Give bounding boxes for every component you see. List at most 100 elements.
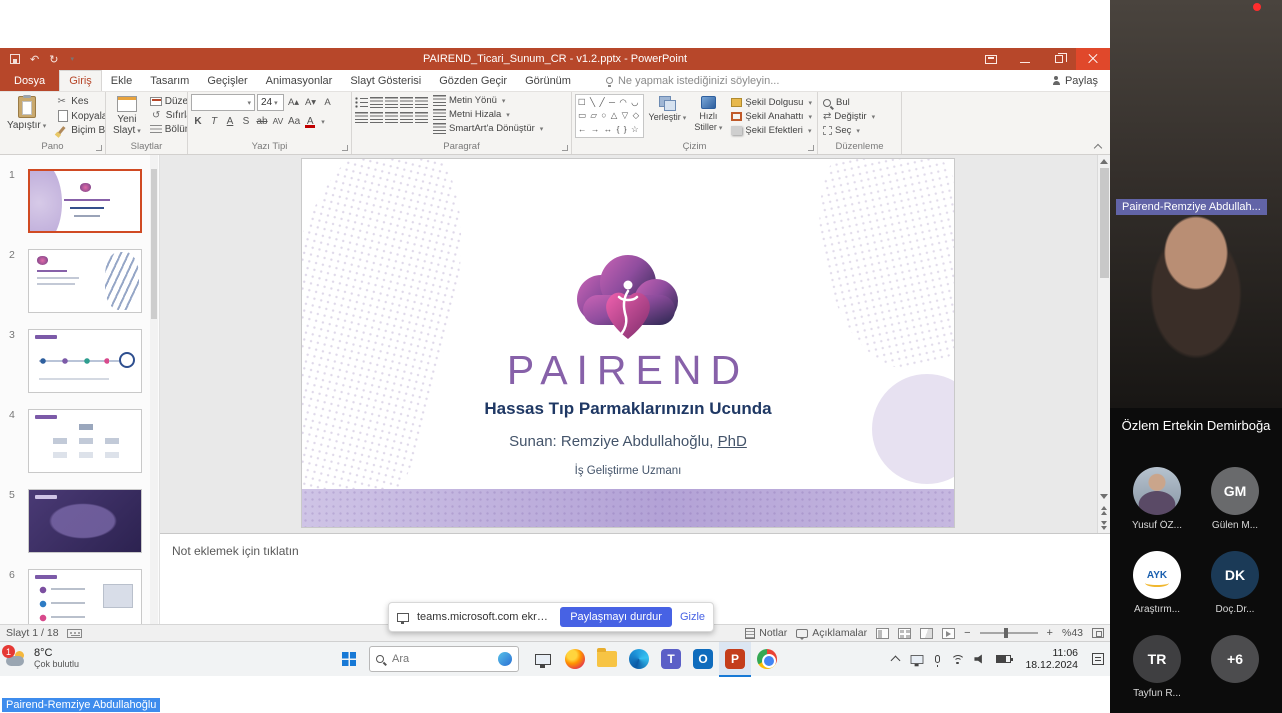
columns-icon[interactable] [415,112,428,123]
tab-animations[interactable]: Animasyonlar [257,70,342,91]
cut-button[interactable]: Kes [53,95,106,108]
decrease-font-size-button[interactable]: A▾ [303,94,318,111]
paste-button[interactable]: Yapıştır [3,94,50,134]
slide-thumbnail-1[interactable] [28,169,142,233]
reading-view-button[interactable] [920,628,933,639]
restore-button[interactable] [1042,48,1076,70]
collapse-ribbon-button[interactable] [1094,142,1102,150]
participant-avatar-logo[interactable]: AYK [1133,551,1181,599]
start-button[interactable] [329,642,369,676]
scroll-up-icon[interactable] [1100,159,1108,164]
dialog-launcher-icon[interactable] [96,145,102,151]
tab-home[interactable]: Giriş [59,70,102,91]
slide-thumbnail-6[interactable] [28,569,142,624]
scrollbar-thumb[interactable] [1100,168,1109,278]
change-case-button[interactable]: Aa [287,113,301,129]
clear-formatting-button[interactable]: A [320,94,335,111]
zoom-out-button[interactable] [964,627,970,639]
decrease-indent-icon[interactable] [385,97,398,108]
align-left-icon[interactable] [355,112,368,123]
arrange-button[interactable]: Yerleştir [647,94,687,126]
slide-thumbnail-5[interactable] [28,489,142,553]
align-right-icon[interactable] [385,112,398,123]
taskbar-clock[interactable]: 11:06 18.12.2024 [1021,647,1082,671]
shapes-gallery[interactable]: ☐ ╲ ╱ ─ ◠ ◡ ▭ ▱ ○ △ ▽ ◇ ← → ↔ { } ☆ [575,94,644,138]
volume-icon[interactable] [974,654,986,664]
text-shadow-button[interactable]: S [239,113,253,129]
tab-insert[interactable]: Ekle [102,70,141,91]
slide-thumbnail-3[interactable] [28,329,142,393]
bullets-icon[interactable] [355,97,368,108]
previous-slide-button[interactable] [1101,503,1107,518]
normal-view-button[interactable] [876,628,889,639]
reset-button[interactable]: Sıfırla [148,109,188,122]
customize-qat-button[interactable] [68,55,74,63]
tab-file[interactable]: Dosya [0,70,59,91]
share-button[interactable]: Paylaş [1041,70,1110,91]
text-direction-button[interactable]: Metin Yönü [431,94,545,107]
taskbar-powerpoint[interactable]: P [719,642,751,677]
tab-design[interactable]: Tasarım [141,70,198,91]
slide-sorter-view-button[interactable] [898,628,911,639]
strikethrough-button[interactable]: ab [255,113,269,129]
slide-canvas[interactable]: PAIREND Hassas Tıp Parmaklarınızın Ucund… [302,159,954,527]
stop-presenting-button[interactable]: Paylaşmayı durdur [560,607,672,627]
thumbnail-scrollbar[interactable] [150,155,158,624]
zoom-in-button[interactable] [1047,627,1053,639]
close-button[interactable] [1076,48,1110,70]
editor-scrollbar[interactable] [1097,155,1110,533]
ribbon-display-options-button[interactable] [974,48,1008,70]
undo-button[interactable] [30,53,39,66]
taskbar-edge[interactable] [623,642,655,677]
dialog-launcher-icon[interactable] [342,145,348,151]
participant-avatar-photo[interactable] [1133,467,1181,515]
bold-button[interactable]: K [191,113,205,129]
slideshow-view-button[interactable] [942,628,955,639]
zoom-slider-thumb[interactable] [1004,628,1008,638]
notes-toggle-button[interactable]: Notlar [745,627,787,639]
new-slide-button[interactable]: Yeni Slayt [109,94,145,139]
search-input[interactable] [390,652,492,666]
line-spacing-icon[interactable] [415,97,428,108]
zoom-slider[interactable] [980,632,1038,634]
select-button[interactable]: Seç [821,124,898,137]
taskbar-file-explorer[interactable] [591,642,623,677]
microphone-icon[interactable] [935,655,940,663]
dialog-launcher-icon[interactable] [808,145,814,151]
weather-widget[interactable]: 1 8°C Çok bulutlu [0,642,89,676]
quick-styles-button[interactable]: Hızlı Stiller [690,94,726,136]
display-tray-icon[interactable] [911,655,924,664]
tell-me-box[interactable]: Ne yapmak istediğinizi söyleyin... [598,70,787,91]
increase-indent-icon[interactable] [400,97,413,108]
slide-presenter-role[interactable]: İş Geliştirme Uzmanı [302,465,954,477]
participant-avatar[interactable]: DK [1211,551,1259,599]
comments-toggle-button[interactable]: Açıklamalar [796,627,867,639]
pairend-logo[interactable] [553,247,703,347]
shape-effects-button[interactable]: Şekil Efektleri [729,124,814,137]
tab-view[interactable]: Görünüm [516,70,580,91]
align-text-button[interactable]: Metni Hizala [431,108,545,121]
increase-font-size-button[interactable]: A▴ [286,94,301,111]
format-painter-button[interactable]: Biçim Boyacısı [53,124,106,137]
tray-expand-icon[interactable] [891,656,901,666]
participant-avatar[interactable]: GM [1211,467,1259,515]
section-button[interactable]: Bölüm [148,123,188,136]
keyboard-language-icon[interactable] [67,629,82,638]
font-color-button[interactable]: A [303,113,317,129]
numbering-icon[interactable] [370,97,383,108]
taskbar-firefox[interactable] [559,642,591,677]
fit-slide-to-window-button[interactable] [1092,628,1104,638]
find-button[interactable]: Bul [821,96,898,109]
taskbar-search[interactable] [369,646,519,672]
next-slide-button[interactable] [1101,518,1107,533]
taskbar-screen-share-app[interactable] [527,642,559,677]
italic-button[interactable]: T [207,113,221,129]
align-center-icon[interactable] [370,112,383,123]
copy-button[interactable]: Kopyala [53,109,106,123]
minimize-button[interactable] [1008,48,1042,70]
slide-presenter-line[interactable]: Sunan: Remziye Abdullahoğlu, PhD [302,433,954,450]
tab-review[interactable]: Gözden Geçir [430,70,516,91]
shape-outline-button[interactable]: Şekil Anahattı [729,110,814,123]
scroll-down-icon[interactable] [1100,494,1108,499]
slide-thumbnail-2[interactable] [28,249,142,313]
